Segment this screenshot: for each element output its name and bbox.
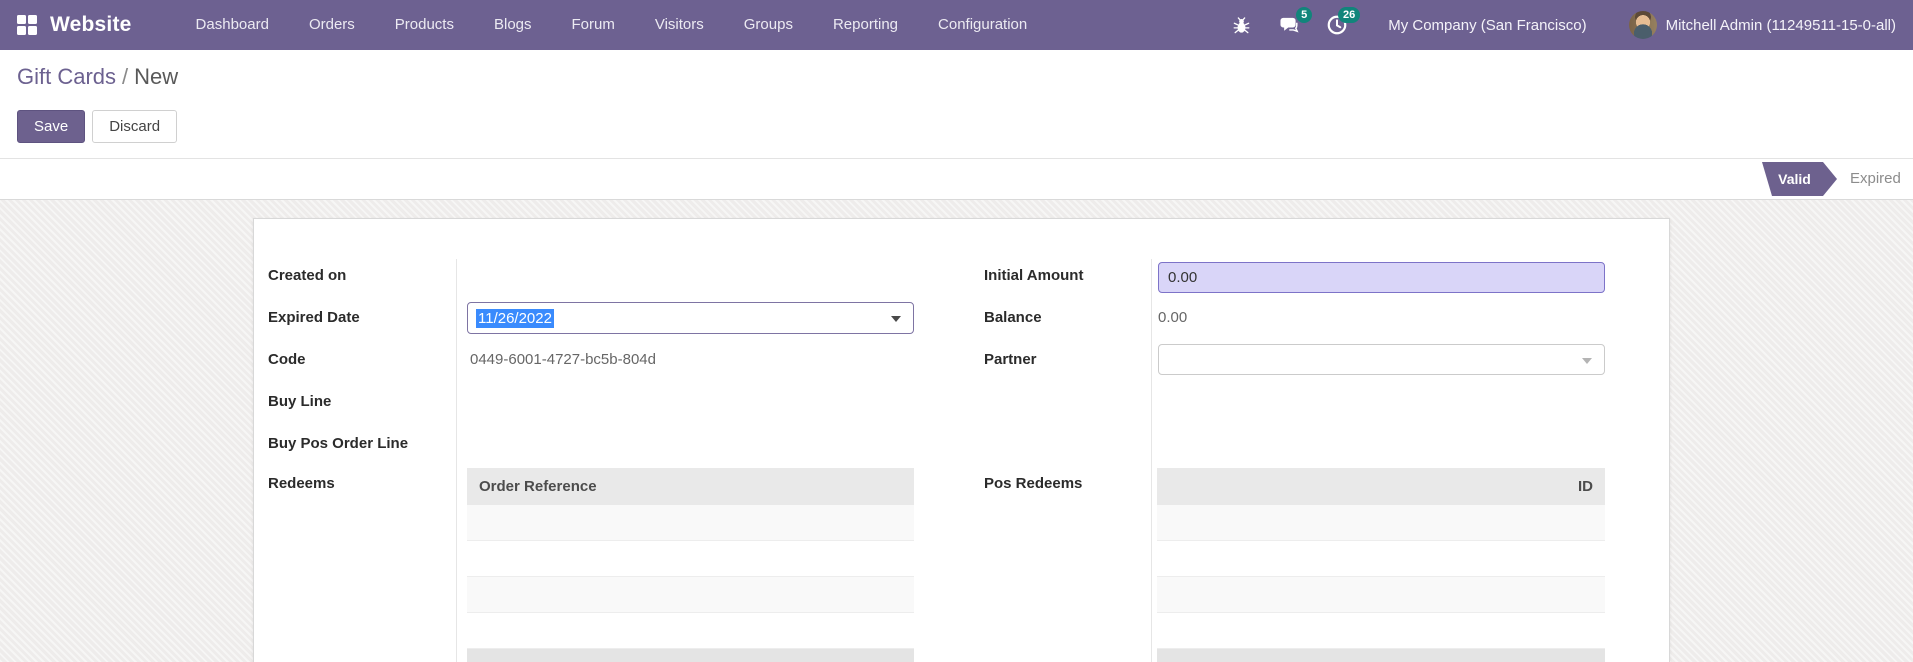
discard-button[interactable]: Discard [92,110,178,143]
dropdown-caret-icon [1582,357,1592,364]
datepicker-caret-icon [891,316,901,322]
company-switcher[interactable]: My Company (San Francisco) [1388,17,1586,34]
activities-count-badge: 26 [1337,7,1361,24]
navbar-left: Website Dashboard Orders Products Blogs … [0,0,1027,50]
table-row [467,505,914,541]
initial-amount-label: Initial Amount [984,267,1084,284]
partner-input[interactable] [1158,344,1605,375]
messages-menu[interactable]: 5 [1278,7,1313,36]
bug-icon [1233,16,1250,33]
user-menu[interactable]: Mitchell Admin (11249511-15-0-all) [1628,11,1896,39]
debug-bug-icon[interactable] [1230,14,1252,36]
breadcrumb-separator: / [122,64,129,89]
table-row [467,613,914,649]
breadcrumb-gift-cards-link[interactable]: Gift Cards [17,64,116,89]
pos-redeems-table: ID [1157,468,1605,662]
table-footer [467,649,914,662]
menu-item-forum[interactable]: Forum [572,0,615,50]
initial-amount-input[interactable]: 0.00 [1158,262,1605,293]
messages-count-badge: 5 [1296,7,1313,24]
user-name: Mitchell Admin (11249511-15-0-all) [1665,16,1896,34]
menu-item-blogs[interactable]: Blogs [494,0,532,50]
action-buttons: Save Discard [17,110,178,143]
redeems-column-order-reference[interactable]: Order Reference [467,468,914,505]
menu-item-orders[interactable]: Orders [309,0,355,50]
partner-label: Partner [984,351,1037,368]
navbar-systray: 5 26 My Company (San Francisco) Mitchell… [1204,7,1913,39]
pos-redeems-column-id[interactable]: ID [1157,468,1605,505]
table-row [1157,613,1605,649]
apps-grid-icon[interactable] [17,15,37,35]
activities-menu[interactable]: 26 [1326,7,1361,36]
redeems-label: Redeems [268,475,335,492]
pos-redeems-label: Pos Redeems [984,475,1083,492]
menu-item-configuration[interactable]: Configuration [938,0,1027,50]
statusbar: Valid Expired [0,158,1913,200]
table-row [1157,505,1605,541]
form-sheet: Created on Expired Date Code Buy Line Bu… [253,218,1670,662]
content-area: Created on Expired Date Code Buy Line Bu… [0,200,1913,662]
expired-date-label: Expired Date [268,309,360,326]
table-row [1157,541,1605,577]
gift-card-form-page: Website Dashboard Orders Products Blogs … [0,0,1913,662]
statusbar-state-valid[interactable]: Valid [1762,162,1837,196]
balance-value: 0.00 [1158,309,1188,326]
app-brand[interactable]: Website [50,13,132,37]
table-row [1157,577,1605,613]
menu-item-groups[interactable]: Groups [744,0,793,50]
menu-item-products[interactable]: Products [395,0,454,50]
menu-item-reporting[interactable]: Reporting [833,0,898,50]
menu-item-visitors[interactable]: Visitors [655,0,704,50]
breadcrumb-current: New [134,64,179,89]
menu-item-dashboard[interactable]: Dashboard [196,0,269,50]
top-navbar: Website Dashboard Orders Products Blogs … [0,0,1913,50]
buy-line-label: Buy Line [268,393,332,410]
code-value: 0449-6001-4727-bc5b-804d [470,351,656,368]
breadcrumb: Gift Cards / New [17,64,178,90]
initial-amount-value: 0.00 [1168,269,1198,286]
redeems-table: Order Reference [467,468,914,662]
expired-date-input[interactable]: 11/26/2022 [467,302,914,334]
code-label: Code [268,351,306,368]
statusbar-state-expired[interactable]: Expired [1850,159,1901,199]
main-menu: Dashboard Orders Products Blogs Forum Vi… [196,0,1028,50]
group-separator-left [456,259,457,662]
save-button[interactable]: Save [17,110,86,143]
buy-pos-order-line-label: Buy Pos Order Line [268,435,409,452]
table-footer [1157,649,1605,662]
group-separator-right [1151,259,1152,662]
table-row [467,577,914,613]
table-row [467,541,914,577]
balance-label: Balance [984,309,1042,326]
expired-date-selected-text: 11/26/2022 [476,308,554,328]
created-on-label: Created on [268,267,347,284]
avatar [1628,11,1657,39]
